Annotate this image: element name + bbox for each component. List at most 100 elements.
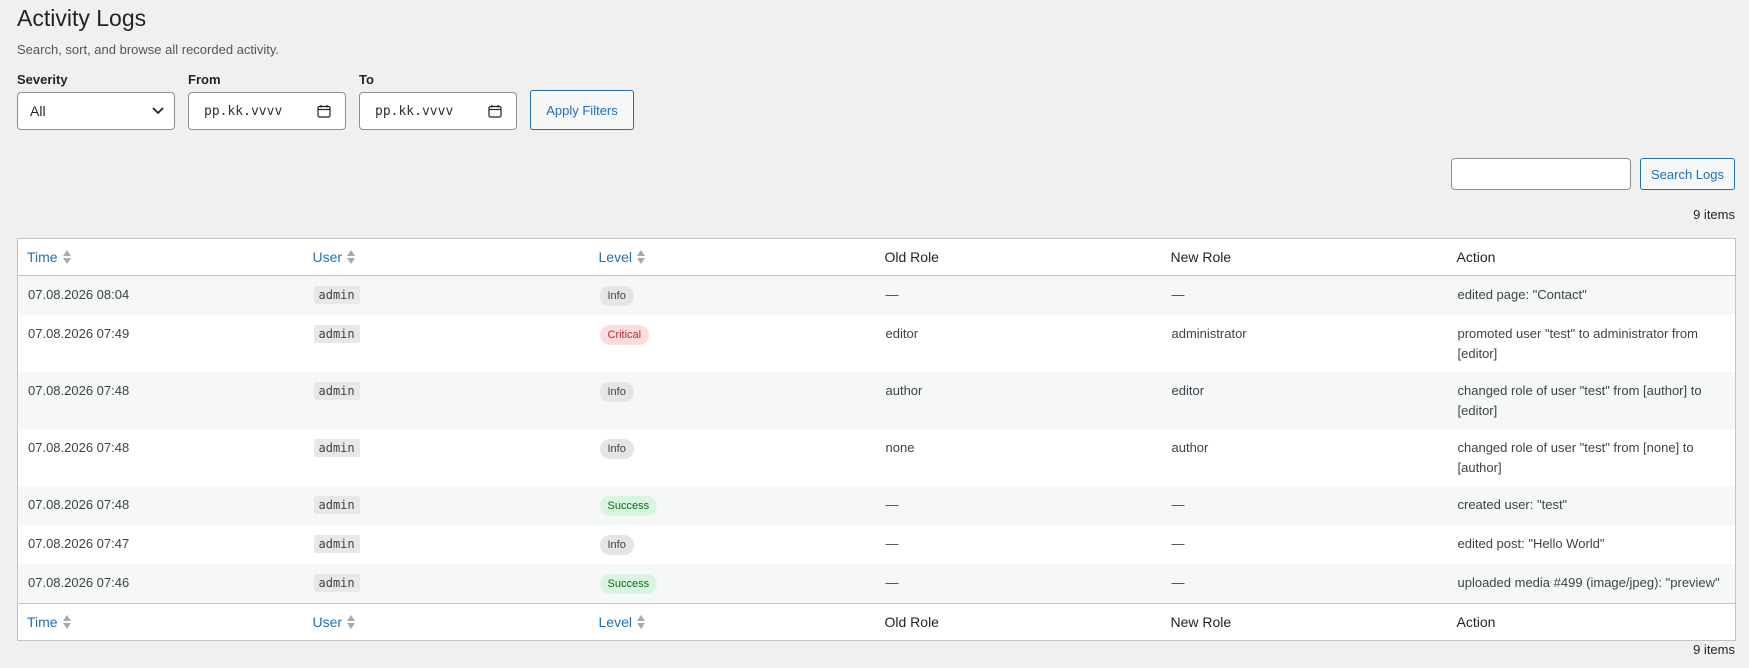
user-cell: admin bbox=[304, 372, 590, 429]
sort-by-time-link[interactable]: Time bbox=[27, 614, 71, 630]
level-column-label: Level bbox=[598, 614, 632, 630]
user-code: admin bbox=[313, 496, 360, 514]
calendar-icon[interactable] bbox=[488, 104, 502, 118]
new-role-cell: editor bbox=[1171, 383, 1205, 398]
table-footer-row: Time User Level Old Role New Role Action bbox=[17, 603, 1736, 641]
from-label: From bbox=[188, 72, 221, 87]
new-role-cell: administrator bbox=[1171, 326, 1247, 341]
filters-bar: Severity All From pp.kk.vvvv To pp.kk.vv… bbox=[17, 72, 1732, 130]
page-title: Activity Logs bbox=[17, 5, 147, 31]
time-column-label: Time bbox=[27, 614, 58, 630]
level-cell: Info bbox=[590, 372, 876, 429]
chevron-down-icon bbox=[152, 107, 164, 115]
old-role-cell: — bbox=[885, 497, 899, 512]
new-role-cell: — bbox=[1171, 536, 1185, 551]
severity-label: Severity bbox=[17, 72, 68, 87]
apply-filters-button[interactable]: Apply Filters bbox=[530, 90, 634, 130]
to-date-placeholder: pp.kk.vvvv bbox=[375, 103, 454, 119]
from-date-input[interactable]: pp.kk.vvvv bbox=[188, 92, 346, 130]
sort-by-level-link[interactable]: Level bbox=[599, 614, 645, 630]
from-date-placeholder: pp.kk.vvvv bbox=[204, 103, 283, 119]
column-header-action: Action bbox=[1447, 238, 1736, 276]
table-row: 07.08.2026 07:47 admin Info — — edited p… bbox=[17, 525, 1736, 564]
column-header-level: Level bbox=[589, 238, 876, 276]
sort-icon bbox=[62, 250, 71, 264]
activity-logs-table: Time User Level Old Role New Role Action… bbox=[17, 238, 1736, 641]
time-cell: 07.08.2026 07:48 bbox=[28, 383, 130, 398]
user-code: admin bbox=[313, 439, 360, 457]
column-header-time: Time bbox=[17, 238, 304, 276]
old-role-cell: — bbox=[885, 536, 899, 551]
severity-select[interactable]: All bbox=[17, 92, 175, 130]
old-role-cell: editor bbox=[885, 326, 919, 341]
table-row: 07.08.2026 07:48 admin Info none author … bbox=[17, 429, 1736, 486]
table-header-row: Time User Level Old Role New Role Action bbox=[17, 238, 1736, 276]
user-cell: admin bbox=[304, 276, 590, 316]
sort-by-user-link[interactable]: User bbox=[313, 614, 356, 630]
from-filter: From pp.kk.vvvv bbox=[188, 72, 346, 130]
user-cell: admin bbox=[304, 315, 590, 372]
column-footer-time: Time bbox=[17, 603, 304, 641]
user-column-label: User bbox=[312, 249, 343, 265]
level-cell: Critical bbox=[590, 315, 876, 372]
severity-value: All bbox=[30, 103, 46, 119]
to-date-input[interactable]: pp.kk.vvvv bbox=[359, 92, 517, 130]
search-logs-button[interactable]: Search Logs bbox=[1640, 158, 1735, 190]
old-role-cell: author bbox=[885, 383, 923, 398]
time-cell: 07.08.2026 07:49 bbox=[28, 326, 130, 341]
action-cell: promoted user "test" to administrator fr… bbox=[1457, 326, 1698, 361]
level-cell: Success bbox=[590, 564, 876, 604]
user-code: admin bbox=[313, 325, 360, 343]
level-badge: Info bbox=[599, 439, 634, 459]
level-cell: Info bbox=[590, 429, 876, 486]
user-cell: admin bbox=[304, 429, 590, 486]
level-column-label: Level bbox=[598, 249, 632, 265]
column-header-user: User bbox=[303, 238, 590, 276]
column-footer-new-role: New Role bbox=[1161, 603, 1448, 641]
level-cell: Info bbox=[590, 276, 876, 316]
column-header-new-role: New Role bbox=[1161, 238, 1448, 276]
time-cell: 07.08.2026 07:46 bbox=[28, 575, 130, 590]
old-role-cell: — bbox=[885, 287, 899, 302]
sort-by-level-link[interactable]: Level bbox=[599, 249, 645, 265]
severity-filter: Severity All bbox=[17, 72, 175, 130]
old-role-cell: — bbox=[885, 575, 899, 590]
time-cell: 07.08.2026 07:48 bbox=[28, 497, 130, 512]
level-badge: Success bbox=[599, 574, 658, 594]
user-cell: admin bbox=[304, 525, 590, 564]
to-filter: To pp.kk.vvvv bbox=[359, 72, 517, 130]
user-code: admin bbox=[313, 382, 360, 400]
user-code: admin bbox=[313, 574, 360, 592]
table-row: 07.08.2026 07:46 admin Success — — uploa… bbox=[17, 564, 1736, 604]
user-column-label: User bbox=[312, 614, 343, 630]
action-cell: uploaded media #499 (image/jpeg): "previ… bbox=[1457, 575, 1720, 590]
level-badge: Success bbox=[599, 496, 658, 516]
sort-by-time-link[interactable]: Time bbox=[27, 249, 71, 265]
time-cell: 07.08.2026 07:48 bbox=[28, 440, 130, 455]
action-cell: edited page: "Contact" bbox=[1457, 287, 1587, 302]
level-badge: Critical bbox=[599, 325, 650, 345]
sort-icon bbox=[636, 615, 645, 629]
column-footer-level: Level bbox=[589, 603, 876, 641]
calendar-icon[interactable] bbox=[317, 104, 331, 118]
column-footer-old-role: Old Role bbox=[875, 603, 1162, 641]
search-input[interactable] bbox=[1451, 158, 1631, 190]
table-row: 07.08.2026 07:48 admin Success — — creat… bbox=[17, 486, 1736, 525]
user-code: admin bbox=[313, 535, 360, 553]
new-role-cell: author bbox=[1171, 440, 1209, 455]
page-subtitle: Search, sort, and browse all recorded ac… bbox=[17, 42, 280, 57]
search-box: Search Logs bbox=[1451, 158, 1735, 190]
old-role-cell: none bbox=[885, 440, 915, 455]
level-badge: Info bbox=[599, 382, 634, 402]
level-badge: Info bbox=[599, 286, 634, 306]
sort-icon bbox=[62, 615, 71, 629]
user-code: admin bbox=[313, 286, 360, 304]
action-cell: edited post: "Hello World" bbox=[1457, 536, 1605, 551]
item-count-bottom: 9 items bbox=[1693, 642, 1735, 657]
column-footer-user: User bbox=[303, 603, 590, 641]
column-header-old-role: Old Role bbox=[875, 238, 1162, 276]
new-role-cell: — bbox=[1171, 575, 1185, 590]
table-row: 07.08.2026 07:49 admin Critical editor a… bbox=[17, 315, 1736, 372]
column-footer-action: Action bbox=[1447, 603, 1736, 641]
sort-by-user-link[interactable]: User bbox=[313, 249, 356, 265]
